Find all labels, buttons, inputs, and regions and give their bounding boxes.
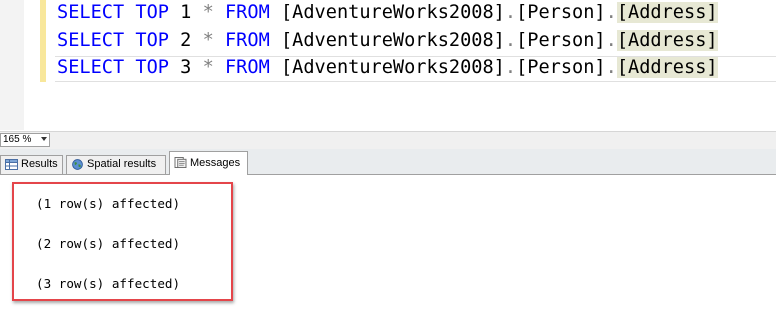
code-line[interactable]: SELECT TOP 2 * FROM [AdventureWorks2008]… bbox=[57, 28, 718, 54]
keyword-select: SELECT bbox=[57, 2, 125, 23]
messages-panel: (1 row(s) affected) (2 row(s) affected) … bbox=[0, 175, 776, 311]
dot-separator: . bbox=[605, 30, 617, 51]
top-count: 3 bbox=[180, 57, 192, 78]
globe-icon bbox=[72, 159, 83, 170]
keyword-select: SELECT bbox=[57, 57, 125, 78]
results-tab-strip: Results Spatial results Messages bbox=[0, 149, 776, 175]
dot-separator: . bbox=[504, 30, 517, 51]
table-name: [Address] bbox=[616, 2, 718, 23]
star-operator: * bbox=[202, 30, 214, 51]
database-name: [AdventureWorks2008] bbox=[280, 57, 505, 78]
editor-status-strip: 165 % bbox=[0, 131, 776, 149]
tab-messages-label: Messages bbox=[190, 157, 241, 169]
schema-name: [Person] bbox=[516, 57, 606, 78]
tab-spatial-results-label: Spatial results bbox=[87, 158, 157, 170]
database-name: [AdventureWorks2008] bbox=[280, 2, 505, 23]
code-line[interactable]: SELECT TOP 1 * FROM [AdventureWorks2008]… bbox=[57, 0, 718, 26]
tab-messages[interactable]: Messages bbox=[169, 151, 248, 175]
dot-separator: . bbox=[605, 57, 617, 78]
tab-results[interactable]: Results bbox=[0, 155, 63, 174]
editor-gutter bbox=[0, 0, 24, 130]
top-count: 1 bbox=[180, 2, 192, 23]
dot-separator: . bbox=[605, 2, 617, 23]
keyword-from: FROM bbox=[224, 2, 270, 23]
change-tracking-bar bbox=[40, 0, 46, 82]
schema-name: [Person] bbox=[516, 2, 606, 23]
database-name: [AdventureWorks2008] bbox=[280, 30, 505, 51]
keyword-top: TOP bbox=[135, 30, 169, 51]
keyword-top: TOP bbox=[135, 57, 169, 78]
keyword-from: FROM bbox=[224, 57, 270, 78]
star-operator: * bbox=[202, 2, 214, 23]
code-line[interactable]: SELECT TOP 3 * FROM [AdventureWorks2008]… bbox=[57, 55, 718, 81]
star-operator: * bbox=[202, 57, 214, 78]
tab-spatial-results[interactable]: Spatial results bbox=[66, 155, 166, 174]
keyword-select: SELECT bbox=[57, 30, 125, 51]
horizontal-scrollbar[interactable] bbox=[52, 134, 776, 147]
keyword-top: TOP bbox=[135, 2, 169, 23]
chevron-down-icon bbox=[41, 137, 47, 141]
keyword-from: FROM bbox=[224, 30, 270, 51]
sql-editor[interactable]: SELECT TOP 1 * FROM [AdventureWorks2008]… bbox=[0, 0, 776, 130]
table-name: [Address] bbox=[616, 57, 718, 78]
schema-name: [Person] bbox=[516, 30, 606, 51]
zoom-value: 165 % bbox=[3, 134, 32, 145]
highlight-box bbox=[12, 182, 233, 301]
tab-results-label: Results bbox=[21, 158, 58, 170]
top-count: 2 bbox=[180, 30, 192, 51]
dot-separator: . bbox=[504, 2, 517, 23]
zoom-dropdown[interactable]: 165 % bbox=[0, 133, 50, 147]
dot-separator: . bbox=[504, 57, 517, 78]
table-name: [Address] bbox=[616, 30, 718, 51]
messages-icon bbox=[174, 157, 187, 168]
grid-icon bbox=[5, 159, 18, 170]
